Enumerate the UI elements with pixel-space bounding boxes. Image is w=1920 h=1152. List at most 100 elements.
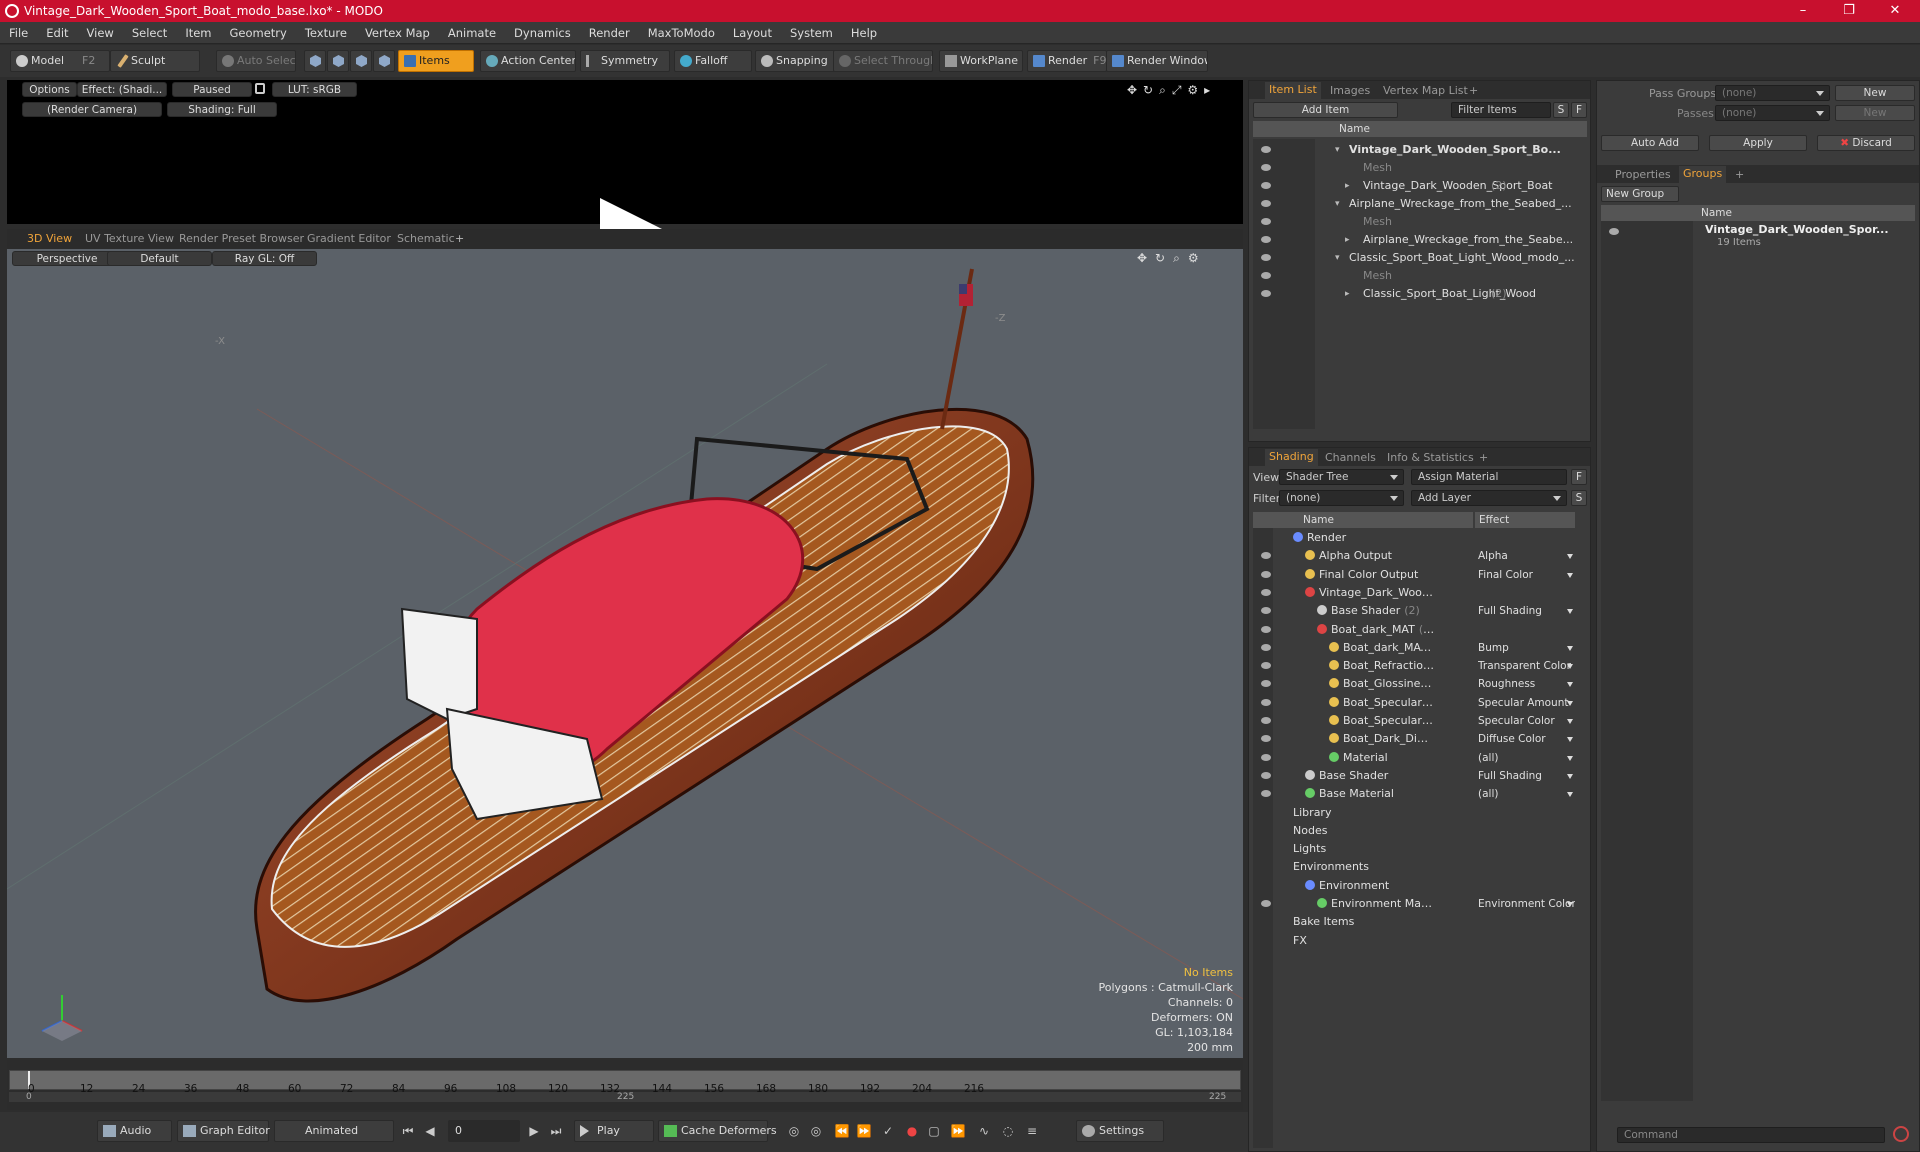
shader-tree-row[interactable]: Environment Material Environment Color [1253,895,1577,913]
key-all-icon[interactable]: ◎ [808,1123,824,1139]
ghost-icon[interactable]: ◌ [1000,1123,1016,1139]
shader-tree-row[interactable]: Final Color Output Final Color [1253,566,1577,584]
group-row[interactable]: Vintage_Dark_Wooden_Spor... 19 Items [1601,223,1915,253]
visibility-eye-icon[interactable] [1261,588,1271,596]
render-preview-nav-icons[interactable]: ✥↻⌕⤢⚙▸ [1127,83,1227,97]
add-groups-tab-icon[interactable]: + [1735,168,1744,181]
3d-viewport[interactable]: Perspective Default Ray GL: Off ✥↻⌕⚙ -X … [7,249,1243,1058]
curve-icon[interactable]: ∿ [976,1123,992,1139]
passes-dropdown[interactable]: (none) [1715,105,1830,121]
shader-effect-dropdown[interactable]: Specular Color [1478,712,1575,730]
visibility-eye-icon[interactable] [1261,272,1271,279]
menu-vertex-map[interactable]: Vertex Map [356,22,439,40]
tab-images[interactable]: Images [1330,84,1370,97]
expand-toggle-icon[interactable]: ▸ [1345,177,1350,195]
item-list-row[interactable]: Mesh [1253,159,1587,177]
graph-editor-button[interactable]: Graph Editor [177,1120,270,1142]
shader-tree-row[interactable]: Library [1253,804,1577,822]
render-window-button[interactable]: Render Window [1106,50,1208,72]
select-edges-button[interactable] [327,50,349,72]
visibility-eye-icon[interactable] [1261,753,1271,761]
add-shading-tab-icon[interactable]: + [1479,451,1488,464]
shader-filter-dropdown[interactable]: (none) [1279,490,1404,506]
visibility-eye-icon[interactable] [1261,771,1271,779]
add-tab-icon[interactable]: + [455,232,464,245]
shader-effect-dropdown[interactable]: Environment Color [1478,895,1575,913]
select-polygons-button[interactable] [350,50,372,72]
shader-tree-row[interactable]: FX [1253,932,1577,950]
apply-button[interactable]: Apply [1709,135,1807,151]
shader-tree-row[interactable]: Lights [1253,840,1577,858]
menu-help[interactable]: Help [842,22,886,40]
shader-effect-dropdown[interactable]: Roughness [1478,675,1575,693]
render-camera-dropdown[interactable]: (Render Camera) [22,102,162,117]
shader-tree-row[interactable]: Material (all) [1253,749,1577,767]
shader-tree-row[interactable]: Base Shader Full Shading [1253,767,1577,785]
item-list-row[interactable]: ▸ Airplane_Wreckage_from_the_Seabe... [1253,231,1587,249]
tab-groups[interactable]: Groups [1679,166,1727,183]
expand-toggle-icon[interactable]: ▾ [1335,195,1340,213]
loop-icon[interactable]: ▢ [926,1123,942,1139]
item-list-row[interactable]: ▾ Airplane_Wreckage_from_the_Seabed_... [1253,195,1587,213]
visibility-eye-icon[interactable] [1261,680,1271,688]
shader-tree-row[interactable]: Alpha Output Alpha [1253,547,1577,565]
cache-deformers-button[interactable]: Cache Deformers [658,1120,777,1142]
tab-properties[interactable]: Properties [1615,168,1671,181]
visibility-eye-icon[interactable] [1261,698,1271,706]
animated-dropdown[interactable]: Animated [274,1120,394,1142]
lut-dropdown[interactable]: LUT: sRGB [272,82,357,97]
tab-schematic[interactable]: Schematic [397,232,455,245]
visibility-eye-icon[interactable] [1261,662,1271,670]
play-button[interactable]: Play [574,1120,654,1142]
go-to-start-icon[interactable]: ⏮ [400,1123,416,1139]
render-effect-dropdown[interactable]: Effect: (Shadi... [77,82,167,97]
select-vertices-button[interactable] [304,50,326,72]
item-list-f-button[interactable]: F [1571,102,1587,118]
command-record-icon[interactable] [1893,1126,1909,1142]
menu-edit[interactable]: Edit [37,22,77,40]
shader-tree-row[interactable]: Boat_Refraction_2(I ... Transparent Color [1253,657,1577,675]
visibility-eye-icon[interactable] [1261,200,1271,207]
shading-s-button[interactable]: S [1571,490,1587,506]
new-pass-button[interactable]: New [1835,105,1915,121]
shader-effect-dropdown[interactable]: Alpha [1478,547,1575,565]
menu-animate[interactable]: Animate [439,22,505,40]
go-to-end-icon[interactable]: ⏭ [548,1123,564,1139]
visibility-eye-icon[interactable] [1261,552,1271,560]
assign-material-button[interactable]: Assign Material [1411,469,1567,485]
prev-key-icon[interactable]: ⏪ [834,1123,850,1139]
shader-name-header[interactable]: Name [1253,512,1473,528]
tab-vertex-map-list[interactable]: Vertex Map List [1383,84,1468,97]
add-layer-dropdown[interactable]: Add Layer [1411,490,1567,506]
timeline[interactable]: 0 12 24 36 48 60 72 84 96 108 120 132 144 156 168 180 19… [7,1060,1243,1110]
groups-name-header[interactable]: Name [1601,205,1915,221]
tab-channels[interactable]: Channels [1325,451,1376,464]
item-list-row[interactable]: Mesh [1253,267,1587,285]
shader-tree-row[interactable]: Render [1253,529,1577,547]
visibility-eye-icon[interactable] [1261,236,1271,243]
tab-item-list[interactable]: Item List [1265,82,1321,99]
new-group-button[interactable]: New Group [1601,186,1679,202]
item-list-row[interactable]: ▸ Vintage_Dark_Wooden_Sport_Boat (2) [1253,177,1587,195]
shader-effect-dropdown[interactable]: Diffuse Color [1478,730,1575,748]
record-icon[interactable]: ● [904,1123,920,1139]
visibility-eye-icon[interactable] [1261,254,1271,261]
shader-view-dropdown[interactable]: Shader Tree [1279,469,1404,485]
shader-tree-row[interactable]: Boat_Dark_Diffuse(I ... Diffuse Color [1253,730,1577,748]
expand-toggle-icon[interactable]: ▾ [1335,249,1340,267]
item-list-row[interactable]: Mesh [1253,213,1587,231]
select-materials-button[interactable] [373,50,395,72]
visibility-eye-icon[interactable] [1261,146,1271,153]
settings-button[interactable]: Settings [1076,1120,1164,1142]
shader-effect-dropdown[interactable]: Final Color [1478,566,1575,584]
visibility-eye-icon[interactable] [1261,182,1271,189]
model-mode-button[interactable]: Model F2 [10,50,110,72]
menu-layout[interactable]: Layout [724,22,781,40]
menu-dynamics[interactable]: Dynamics [505,22,580,40]
command-input[interactable]: Command [1617,1127,1885,1143]
tab-uv-texture-view[interactable]: UV Texture View [85,232,174,245]
shader-tree-row[interactable]: Environment [1253,877,1577,895]
shader-tree-row[interactable]: Base Shader (2) Full Shading [1253,602,1577,620]
shader-tree-row[interactable]: Boat_dark_MAT(Material) [1253,621,1577,639]
visibility-eye-icon[interactable] [1261,790,1271,798]
